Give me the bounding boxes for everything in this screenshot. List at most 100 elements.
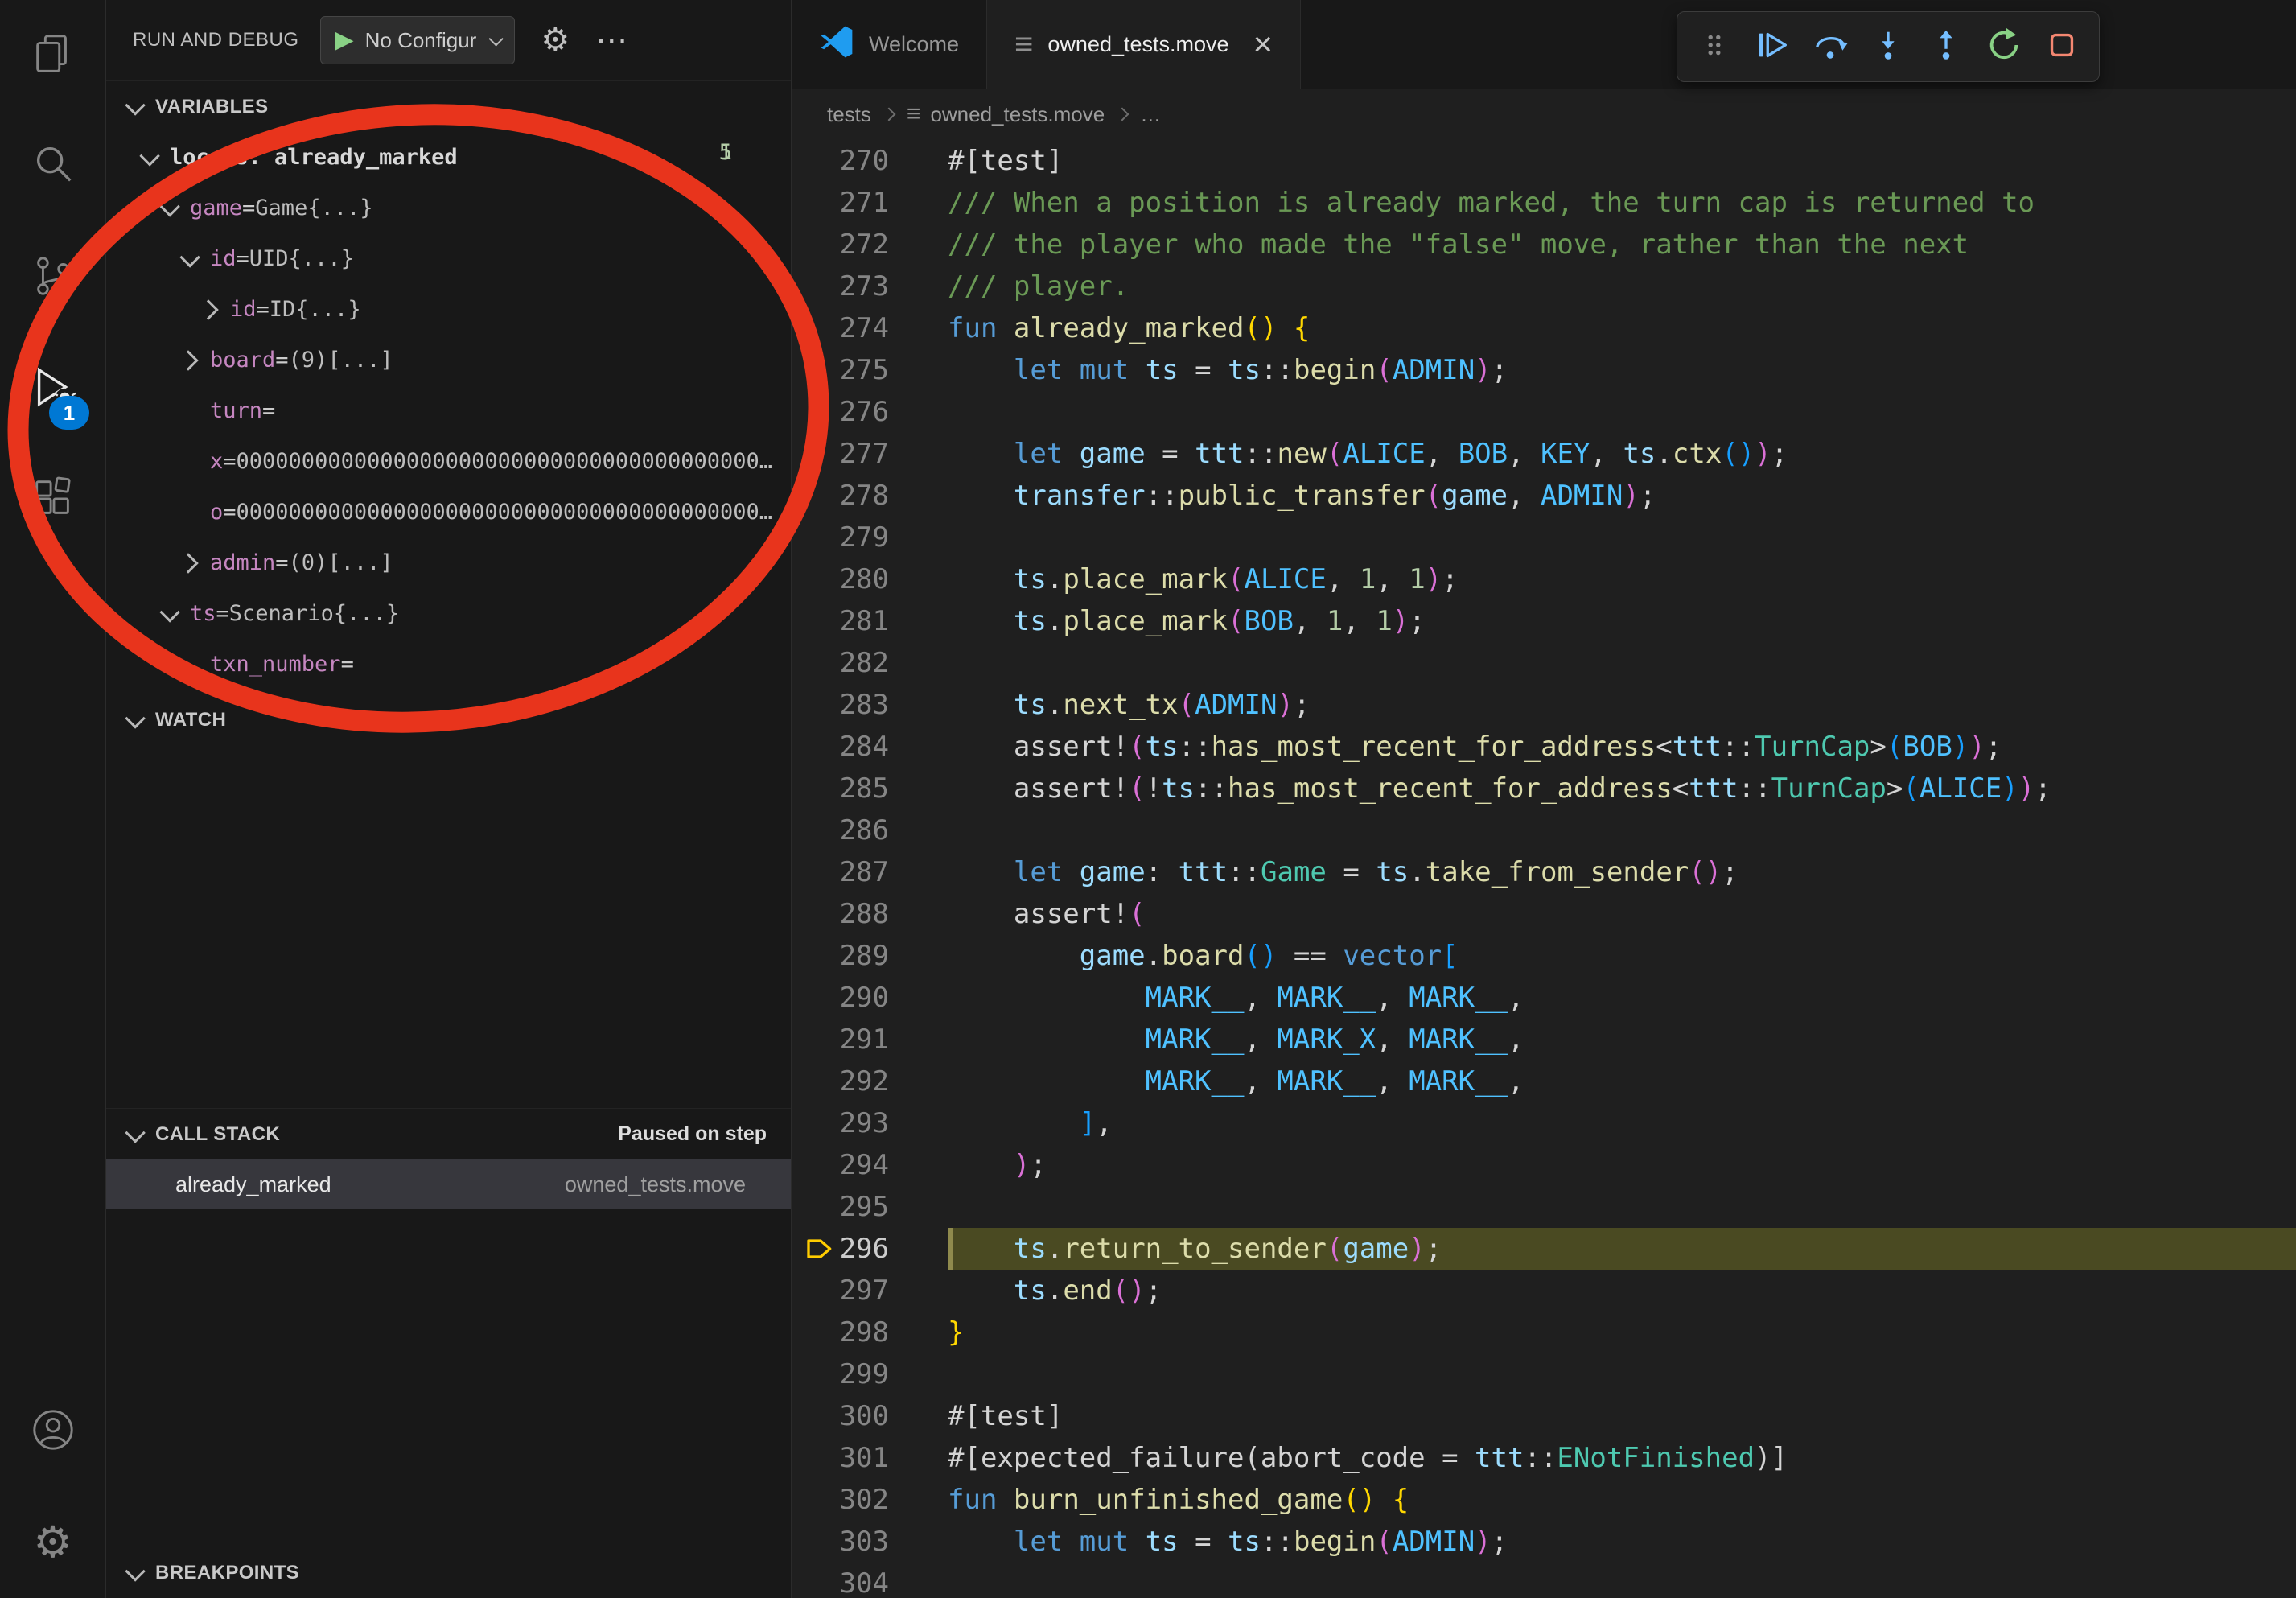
gutter[interactable]: 280 <box>792 558 948 600</box>
step-into-button[interactable] <box>1862 21 1914 72</box>
code-line-272[interactable]: 272/// the player who made the "false" m… <box>792 224 2296 266</box>
chevron-right-icon[interactable] <box>178 350 198 370</box>
code-line-297[interactable]: 297ts.end(); <box>792 1270 2296 1312</box>
code-line-303[interactable]: 303let mut ts = ts::begin(ADMIN); <box>792 1521 2296 1563</box>
step-out-button[interactable] <box>1920 21 1972 72</box>
gutter[interactable]: 271 <box>792 182 948 224</box>
activity-source-control[interactable] <box>0 222 105 333</box>
chevron-down-icon[interactable] <box>159 602 179 622</box>
gutter[interactable]: 283 <box>792 684 948 726</box>
gutter[interactable]: 297 <box>792 1270 948 1312</box>
variable-row-o[interactable]: o = 000000000000000000000000000000000000… <box>105 487 791 537</box>
variable-row-id[interactable]: id = UID{...} <box>105 233 791 284</box>
call-stack-frame[interactable]: already_marked owned_tests.move <box>105 1159 791 1209</box>
gutter[interactable]: 300 <box>792 1395 948 1437</box>
code-line-300[interactable]: 300#[test] <box>792 1395 2296 1437</box>
code-line-291[interactable]: 291MARK__, MARK_X, MARK__, <box>792 1019 2296 1061</box>
gutter[interactable]: 294 <box>792 1144 948 1186</box>
variable-row-txn_number[interactable]: txn_number = 5 <box>105 639 791 690</box>
gutter[interactable]: 277 <box>792 433 948 475</box>
code-line-270[interactable]: 270#[test] <box>792 140 2296 182</box>
code-line-296[interactable]: 296ts.return_to_sender(game); <box>792 1228 2296 1270</box>
gutter[interactable]: 272 <box>792 224 948 266</box>
watch-section-header[interactable]: WATCH <box>105 694 791 745</box>
gutter[interactable]: 287 <box>792 851 948 893</box>
gutter[interactable]: 279 <box>792 517 948 558</box>
variable-row-board[interactable]: board = (9)[...] <box>105 335 791 385</box>
variable-row-turn[interactable]: turn = 1 <box>105 385 791 436</box>
gear-icon[interactable]: ⚙ <box>541 24 570 56</box>
activity-explorer[interactable] <box>0 0 105 111</box>
breadcrumb-symbol[interactable]: … <box>1140 102 1161 127</box>
code-line-283[interactable]: 283ts.next_tx(ADMIN); <box>792 684 2296 726</box>
code-line-276[interactable]: 276 <box>792 391 2296 433</box>
code-line-273[interactable]: 273/// player. <box>792 266 2296 307</box>
variable-row-ts[interactable]: ts = Scenario{...} <box>105 588 791 639</box>
code-line-277[interactable]: 277let game = ttt::new(ALICE, BOB, KEY, … <box>792 433 2296 475</box>
activity-search[interactable] <box>0 111 105 222</box>
gutter[interactable]: 302 <box>792 1479 948 1521</box>
code-line-304[interactable]: 304 <box>792 1563 2296 1598</box>
gutter[interactable]: 295 <box>792 1186 948 1228</box>
chevron-down-icon[interactable] <box>159 196 179 216</box>
more-actions-icon[interactable]: ⋯ <box>595 24 627 56</box>
gutter[interactable]: 299 <box>792 1353 948 1395</box>
code-line-284[interactable]: 284assert!(ts::has_most_recent_for_addre… <box>792 726 2296 768</box>
gutter[interactable]: 278 <box>792 475 948 517</box>
gutter[interactable]: 282 <box>792 642 948 684</box>
breadcrumb[interactable]: tests ≡ owned_tests.move … <box>792 89 2296 140</box>
chevron-right-icon[interactable] <box>198 299 218 319</box>
code-line-298[interactable]: 298} <box>792 1312 2296 1353</box>
code-editor[interactable]: 270#[test]271/// When a position is alre… <box>792 140 2296 1598</box>
code-line-278[interactable]: 278transfer::public_transfer(game, ADMIN… <box>792 475 2296 517</box>
tab-owned-tests-move[interactable]: ≡ owned_tests.move × <box>987 0 1301 89</box>
chevron-down-icon[interactable] <box>179 247 200 267</box>
gutter[interactable]: 281 <box>792 600 948 642</box>
activity-settings[interactable]: ⚙ <box>0 1487 105 1598</box>
gutter[interactable]: 270 <box>792 140 948 182</box>
code-line-286[interactable]: 286 <box>792 809 2296 851</box>
gutter[interactable]: 290 <box>792 977 948 1019</box>
call-stack-section-header[interactable]: CALL STACK Paused on step <box>105 1108 791 1159</box>
variable-row-id[interactable]: id = ID{...} <box>105 284 791 335</box>
gutter[interactable]: 273 <box>792 266 948 307</box>
gutter[interactable]: 293 <box>792 1102 948 1144</box>
gutter[interactable]: 303 <box>792 1521 948 1563</box>
variable-row-game[interactable]: game = Game{...} <box>105 183 791 233</box>
code-line-301[interactable]: 301#[expected_failure(abort_code = ttt::… <box>792 1437 2296 1479</box>
activity-accounts[interactable] <box>0 1376 105 1487</box>
gutter[interactable]: 291 <box>792 1019 948 1061</box>
gutter[interactable]: 274 <box>792 307 948 349</box>
code-line-289[interactable]: 289game.board() == vector[ <box>792 935 2296 977</box>
gutter[interactable]: 304 <box>792 1563 948 1598</box>
code-line-299[interactable]: 299 <box>792 1353 2296 1395</box>
toolbar-drag-handle[interactable] <box>1689 21 1740 72</box>
gutter[interactable]: 275 <box>792 349 948 391</box>
debug-config-dropdown[interactable]: ▶ No Configur <box>320 16 516 64</box>
gutter[interactable]: 286 <box>792 809 948 851</box>
gutter[interactable]: 292 <box>792 1061 948 1102</box>
breadcrumb-folder[interactable]: tests <box>827 102 871 127</box>
code-line-292[interactable]: 292MARK__, MARK__, MARK__, <box>792 1061 2296 1102</box>
code-line-290[interactable]: 290MARK__, MARK__, MARK__, <box>792 977 2296 1019</box>
close-icon[interactable]: × <box>1253 27 1273 61</box>
code-line-271[interactable]: 271/// When a position is already marked… <box>792 182 2296 224</box>
gutter[interactable]: 298 <box>792 1312 948 1353</box>
variable-row-x[interactable]: x = 000000000000000000000000000000000000… <box>105 436 791 487</box>
breadcrumb-file[interactable]: owned_tests.move <box>930 102 1105 127</box>
code-line-279[interactable]: 279 <box>792 517 2296 558</box>
activity-extensions[interactable] <box>0 444 105 555</box>
code-line-302[interactable]: 302fun burn_unfinished_game() { <box>792 1479 2296 1521</box>
stop-button[interactable] <box>2036 21 2088 72</box>
continue-button[interactable] <box>1747 21 1798 72</box>
code-line-281[interactable]: 281ts.place_mark(BOB, 1, 1); <box>792 600 2296 642</box>
code-line-282[interactable]: 282 <box>792 642 2296 684</box>
gutter[interactable]: 284 <box>792 726 948 768</box>
variables-scope-row[interactable]: locals: already_marked <box>105 132 791 183</box>
gutter[interactable]: 288 <box>792 893 948 935</box>
start-debug-icon[interactable]: ▶ <box>335 28 354 52</box>
code-line-295[interactable]: 295 <box>792 1186 2296 1228</box>
activity-run-debug[interactable]: 1 <box>0 333 105 444</box>
restart-button[interactable] <box>1978 21 2030 72</box>
code-line-285[interactable]: 285assert!(!ts::has_most_recent_for_addr… <box>792 768 2296 809</box>
